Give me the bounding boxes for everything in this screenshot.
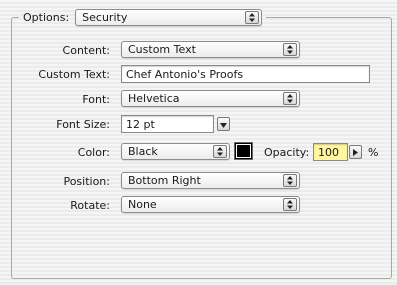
font-size-value: 12 pt xyxy=(126,117,155,131)
updown-arrows-icon xyxy=(283,43,297,56)
color-swatch[interactable] xyxy=(234,142,253,160)
opacity-field[interactable]: 100 xyxy=(313,143,348,161)
content-label: Content: xyxy=(62,44,110,57)
custom-text-label: Custom Text: xyxy=(38,68,110,81)
font-label: Font: xyxy=(82,93,110,106)
content-popup-value: Custom Text xyxy=(128,43,196,56)
position-popup-value: Bottom Right xyxy=(128,174,201,187)
rotate-popup[interactable]: None xyxy=(121,196,300,213)
options-popup-value: Security xyxy=(82,11,128,24)
opacity-label: Opacity: xyxy=(264,146,310,159)
options-popup[interactable]: Security xyxy=(75,9,263,26)
updown-arrows-icon xyxy=(283,198,297,211)
custom-text-field[interactable]: Chef Antonio's Proofs xyxy=(121,65,370,83)
position-popup[interactable]: Bottom Right xyxy=(121,172,300,189)
options-header: Options: Security xyxy=(19,8,267,27)
font-popup[interactable]: Helvetica xyxy=(121,90,300,107)
font-size-label: Font Size: xyxy=(56,118,110,131)
rotate-popup-value: None xyxy=(128,198,157,211)
chevron-right-icon xyxy=(353,146,358,159)
updown-arrows-icon xyxy=(283,92,297,105)
font-popup-value: Helvetica xyxy=(128,92,180,105)
font-size-dropdown-button[interactable] xyxy=(217,117,230,131)
updown-arrows-icon xyxy=(213,145,227,158)
custom-text-value: Chef Antonio's Proofs xyxy=(126,67,244,81)
font-size-field[interactable]: 12 pt xyxy=(121,115,214,133)
color-label: Color: xyxy=(77,146,110,159)
rotate-label: Rotate: xyxy=(70,199,110,212)
options-label: Options: xyxy=(23,11,70,24)
updown-arrows-icon xyxy=(245,11,260,24)
color-popup-value: Black xyxy=(128,145,158,158)
position-label: Position: xyxy=(63,175,110,188)
color-popup[interactable]: Black xyxy=(121,143,230,160)
opacity-stepper-button[interactable] xyxy=(349,145,362,159)
content-popup[interactable]: Custom Text xyxy=(121,41,300,58)
updown-arrows-icon xyxy=(283,174,297,187)
opacity-value: 100 xyxy=(318,145,339,159)
opacity-unit: % xyxy=(368,146,379,159)
chevron-down-icon xyxy=(220,118,227,131)
